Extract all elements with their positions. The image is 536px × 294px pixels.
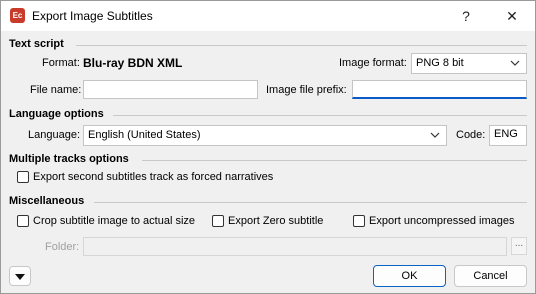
chevron-down-icon (510, 60, 520, 66)
section-language-options: Language options (9, 108, 104, 120)
file-name-input[interactable] (83, 80, 258, 99)
uncompressed-images-label: Export uncompressed images (369, 215, 515, 227)
section-divider (94, 202, 527, 203)
image-format-value: PNG 8 bit (416, 57, 464, 69)
section-miscellaneous: Miscellaneous (9, 195, 85, 207)
ok-button[interactable]: OK (373, 265, 446, 287)
folder-input (83, 237, 507, 256)
image-file-prefix-label: Image file prefix: (266, 84, 347, 96)
section-divider (142, 160, 527, 161)
help-button[interactable]: ? (443, 1, 489, 31)
image-file-prefix-input[interactable] (352, 80, 527, 99)
checkbox-box[interactable] (353, 215, 365, 227)
format-value: Blu-ray BDN XML (83, 56, 183, 70)
title-bar: Ec Export Image Subtitles ? ✕ (1, 1, 535, 31)
checkbox-box[interactable] (212, 215, 224, 227)
app-icon: Ec (10, 8, 25, 23)
forced-narratives-checkbox[interactable]: Export second subtitles track as forced … (17, 171, 273, 183)
code-label: Code: (456, 129, 486, 141)
section-text-script: Text script (9, 38, 64, 50)
expand-button[interactable] (9, 266, 31, 286)
image-format-select[interactable]: PNG 8 bit (411, 53, 527, 74)
file-name-label: File name: (30, 84, 82, 96)
uncompressed-images-checkbox[interactable]: Export uncompressed images (353, 215, 515, 227)
image-format-label: Image format: (339, 57, 407, 69)
language-select[interactable]: English (United States) (83, 125, 447, 146)
section-divider (113, 115, 527, 116)
help-icon: ? (462, 8, 470, 24)
section-divider (76, 45, 527, 46)
folder-label: Folder: (45, 241, 80, 253)
cancel-button[interactable]: Cancel (454, 265, 527, 287)
chevron-down-icon (430, 132, 440, 138)
browse-folder-button: ... (511, 237, 527, 255)
section-multiple-tracks: Multiple tracks options (9, 153, 129, 165)
dialog-body: Text script Format: Blu-ray BDN XML Imag… (1, 31, 535, 293)
checkbox-box[interactable] (17, 215, 29, 227)
checkbox-box[interactable] (17, 171, 29, 183)
code-input[interactable]: ENG (489, 125, 527, 146)
language-value: English (United States) (88, 129, 201, 141)
export-image-subtitles-dialog: Ec Export Image Subtitles ? ✕ Text scrip… (0, 0, 536, 294)
export-zero-subtitle-label: Export Zero subtitle (228, 215, 324, 227)
language-label: Language: (28, 129, 80, 141)
forced-narratives-label: Export second subtitles track as forced … (33, 171, 274, 183)
window-title: Export Image Subtitles (32, 9, 153, 23)
close-button[interactable]: ✕ (489, 1, 535, 31)
export-zero-subtitle-checkbox[interactable]: Export Zero subtitle (212, 215, 323, 227)
format-label: Format: (42, 57, 80, 69)
crop-image-checkbox[interactable]: Crop subtitle image to actual size (17, 215, 195, 227)
expand-icon (15, 274, 25, 280)
crop-image-label: Crop subtitle image to actual size (33, 215, 196, 227)
close-icon: ✕ (506, 8, 518, 24)
